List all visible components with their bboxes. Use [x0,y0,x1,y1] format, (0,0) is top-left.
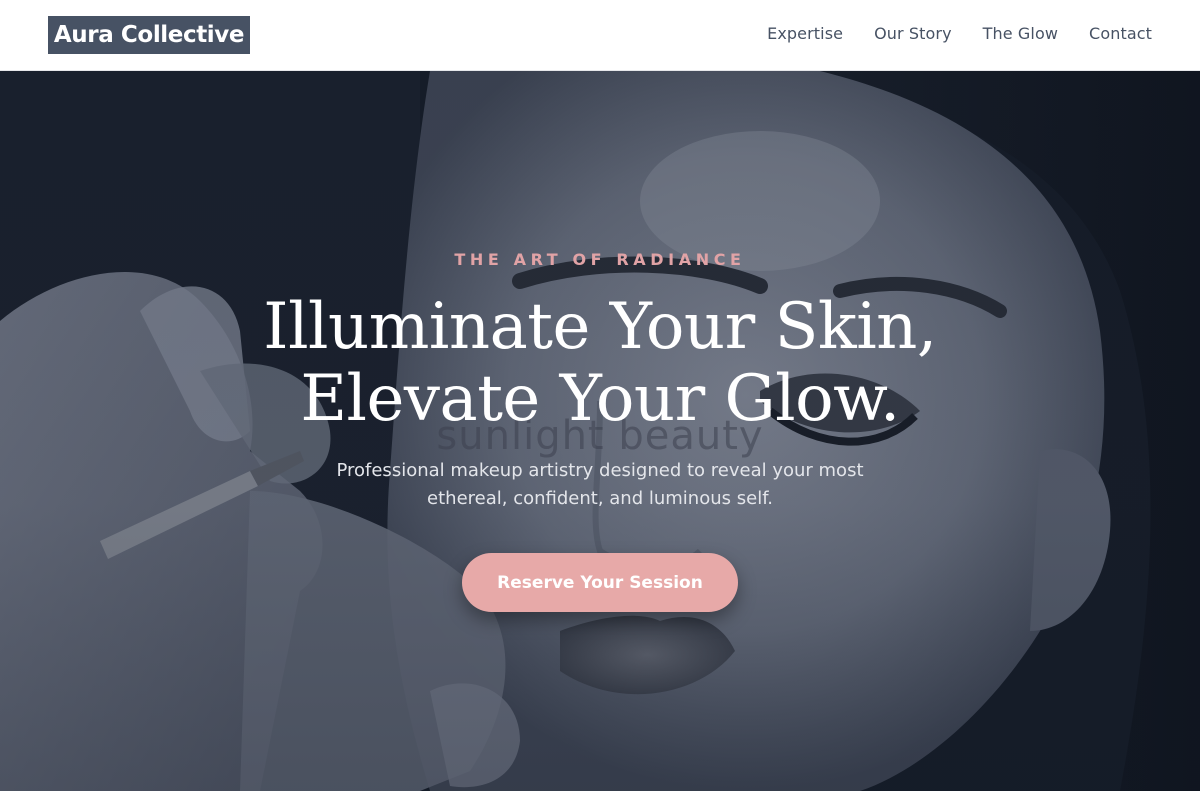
nav-link-our-story[interactable]: Our Story [874,22,952,46]
headline-line-2: Elevate Your Glow. [300,362,900,436]
hero-subtitle: Professional makeup artistry designed to… [336,460,864,509]
brand-logo[interactable]: Aura Collective [48,16,250,54]
nav-link-expertise[interactable]: Expertise [767,22,843,46]
headline-line-1: Illuminate Your Skin, [263,290,937,364]
nav-link-the-glow[interactable]: The Glow [983,22,1058,46]
reserve-session-button[interactable]: Reserve Your Session [462,553,738,612]
main-nav: Expertise Our Story The Glow Contact [767,22,1152,46]
site-header: Aura Collective Expertise Our Story The … [0,0,1200,71]
hero-section: sunlight beauty THE ART OF RADIANCE Illu… [0,71,1200,791]
hero-headline: Illuminate Your Skin, Elevate Your Glow. [0,291,1200,435]
nav-link-contact[interactable]: Contact [1089,22,1152,46]
hero-eyebrow: THE ART OF RADIANCE [454,250,746,269]
